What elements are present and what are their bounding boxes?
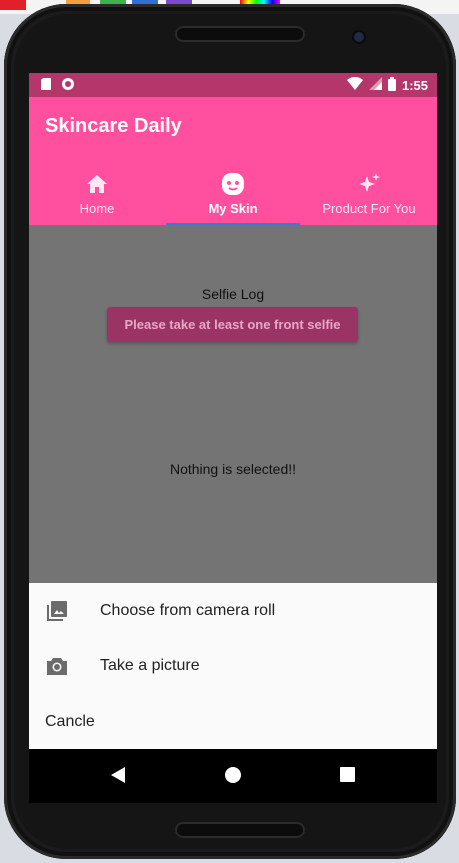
status-bar: 1:55	[29, 73, 437, 97]
tab-home[interactable]: Home	[29, 161, 165, 225]
tab-product-for-you[interactable]: Product For You	[301, 161, 437, 225]
signal-icon	[368, 77, 382, 93]
battery-icon	[387, 76, 396, 94]
record-icon	[61, 77, 75, 94]
bottom-speaker	[175, 822, 305, 838]
top-speaker	[175, 26, 305, 42]
camera-icon	[45, 654, 69, 678]
status-time: 1:55	[401, 77, 428, 93]
my-skin-content: Selfie Log Please take at least one fron…	[29, 225, 437, 583]
app-title: Skincare Daily	[45, 115, 182, 137]
take-picture-label: Take a picture	[100, 656, 200, 674]
face-icon	[221, 171, 245, 197]
choose-camera-roll-option[interactable]: Choose from camera roll	[29, 583, 437, 638]
app-bar: Skincare Daily Home My Skin Product For …	[29, 97, 437, 225]
image-source-bottom-sheet: Choose from camera roll Take a picture C…	[29, 583, 437, 749]
tab-home-label: Home	[79, 200, 115, 216]
home-button[interactable]	[225, 767, 241, 783]
wifi-icon	[346, 76, 363, 93]
tab-my-skin[interactable]: My Skin	[165, 161, 301, 225]
tab-my-skin-label: My Skin	[208, 200, 258, 216]
sparkle-icon	[357, 171, 381, 197]
tab-bar: Home My Skin Product For You	[29, 161, 437, 225]
take-picture-option[interactable]: Take a picture	[29, 638, 437, 693]
color-swatch	[0, 0, 26, 10]
selfie-log-label: Selfie Log	[201, 286, 265, 302]
cancel-label: Cancle	[45, 712, 95, 730]
recents-button[interactable]	[340, 767, 355, 782]
back-button[interactable]	[111, 767, 127, 783]
cancel-option[interactable]: Cancle	[29, 694, 437, 749]
take-selfie-button[interactable]: Please take at least one front selfie	[107, 307, 358, 342]
camera-roll-label: Choose from camera roll	[100, 601, 276, 619]
home-icon	[87, 171, 107, 197]
front-camera	[354, 32, 364, 42]
navigation-bar	[29, 749, 437, 803]
sd-card-icon	[41, 77, 51, 93]
photo-library-icon	[45, 599, 69, 623]
empty-selection-message: Nothing is selected!!	[169, 461, 297, 477]
device-screen: 1:55 Skincare Daily Home My Skin Product…	[29, 73, 437, 803]
tab-product-for-you-label: Product For You	[322, 200, 416, 216]
